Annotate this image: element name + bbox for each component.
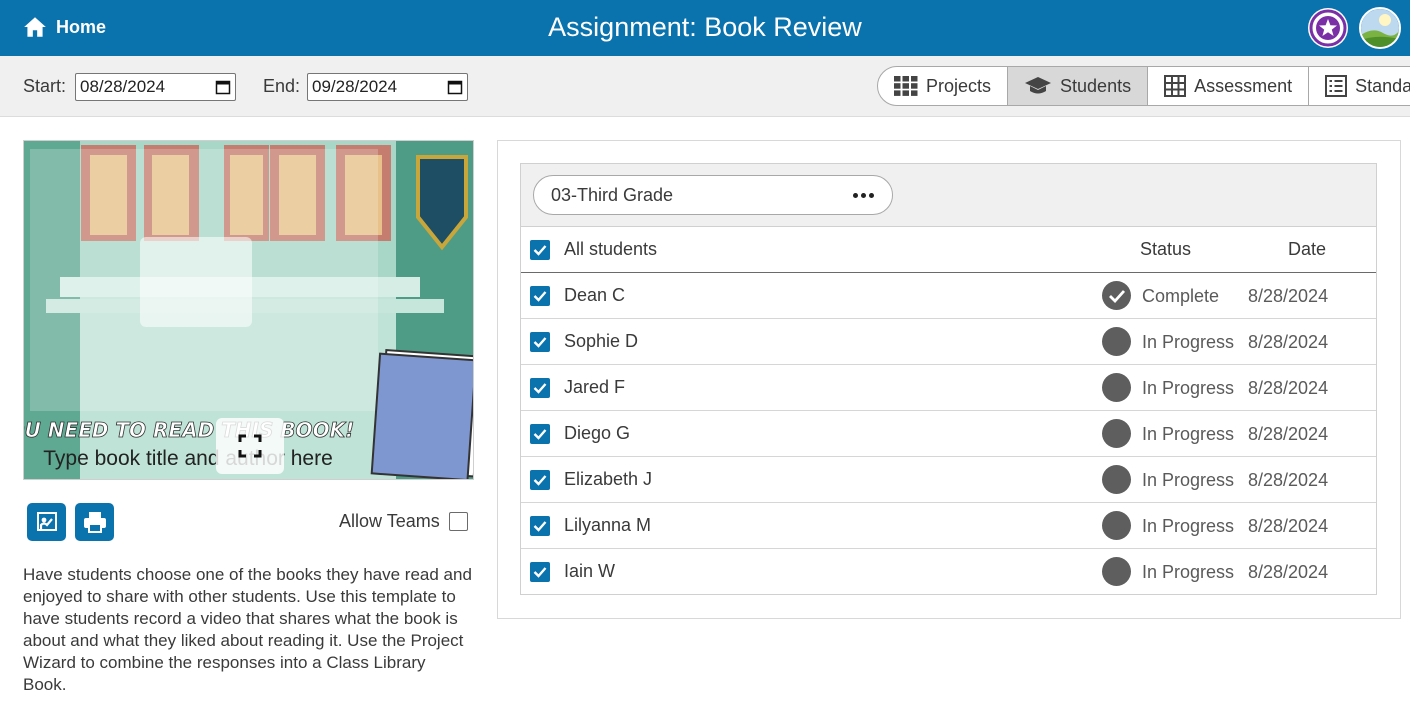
status-text: In Progress <box>1142 332 1235 352</box>
status-column-header: Status <box>1140 239 1192 259</box>
checkmark-icon <box>533 429 547 440</box>
table-row[interactable]: Diego G In Progress 8/28/2024 <box>521 411 1376 457</box>
checkmark-icon <box>533 475 547 486</box>
table-row[interactable]: Jared F In Progress 8/28/2024 <box>521 365 1376 411</box>
tab-standards[interactable]: Standards <box>1309 67 1410 105</box>
preview-headline: YOU NEED TO READ THIS BOOK! <box>24 418 354 442</box>
page-title: Assignment: Book Review <box>548 12 862 42</box>
student-name[interactable]: Sophie D <box>564 331 638 352</box>
status-date: 8/28/2024 <box>1248 470 1329 490</box>
student-checkbox[interactable] <box>530 332 550 352</box>
in-progress-icon <box>1102 511 1131 540</box>
student-name[interactable]: Dean C <box>564 285 625 306</box>
print-icon <box>83 512 106 533</box>
more-options-icon[interactable] <box>853 192 874 198</box>
checkmark-icon <box>533 245 547 256</box>
end-date-input[interactable]: 09/28/2024 <box>307 73 468 101</box>
checkmark-icon <box>533 567 547 578</box>
in-progress-icon <box>1102 465 1131 494</box>
end-label: End: <box>263 76 301 96</box>
start-label: Start: <box>23 76 67 96</box>
status-date: 8/28/2024 <box>1248 286 1329 306</box>
tab-students-label: Students <box>1060 75 1132 96</box>
user-avatar[interactable] <box>1359 7 1401 49</box>
table-row[interactable]: Dean C Complete 8/28/2024 <box>521 273 1376 319</box>
table-row[interactable]: Sophie D In Progress 8/28/2024 <box>521 319 1376 365</box>
class-name: 03-Third Grade <box>551 184 674 205</box>
checkmark-icon <box>533 383 547 394</box>
in-progress-icon <box>1102 557 1131 586</box>
calendar-icon[interactable] <box>215 79 231 95</box>
all-students-label: All students <box>564 239 658 259</box>
student-roster: 03-Third Grade All students Status Date … <box>520 163 1377 595</box>
tab-standards-label: Standards <box>1355 75 1410 96</box>
status-text: In Progress <box>1142 378 1235 398</box>
status-date: 8/28/2024 <box>1248 332 1329 352</box>
calendar-icon[interactable] <box>447 79 463 95</box>
student-name[interactable]: Jared F <box>564 377 625 398</box>
student-checkbox[interactable] <box>530 562 550 582</box>
allow-teams-label: Allow Teams <box>339 511 440 531</box>
student-name[interactable]: Elizabeth J <box>564 469 652 490</box>
start-date-value: 08/28/2024 <box>80 77 166 96</box>
status-text: In Progress <box>1142 424 1235 444</box>
end-date-value: 09/28/2024 <box>312 77 398 96</box>
student-checkbox[interactable] <box>530 470 550 490</box>
complete-check-icon <box>1102 281 1131 310</box>
preview-subline: Type book title and author here <box>43 447 333 470</box>
start-date-input[interactable]: 08/28/2024 <box>75 73 236 101</box>
list-icon <box>1325 75 1348 97</box>
status-text: In Progress <box>1142 470 1235 490</box>
top-bar: Home Assignment: Book Review <box>0 0 1410 56</box>
table-icon <box>1164 75 1187 97</box>
achievement-badge-icon[interactable] <box>1308 8 1348 48</box>
status-text: Complete <box>1142 286 1220 306</box>
tab-projects-label: Projects <box>926 75 992 96</box>
date-toolbar: Start: 08/28/2024 End: 09/28/2024 Projec… <box>0 56 1410 117</box>
class-selector[interactable]: 03-Third Grade <box>533 175 893 215</box>
roster-header: 03-Third Grade <box>521 164 1376 227</box>
status-date: 8/28/2024 <box>1248 424 1329 444</box>
table-row[interactable]: Iain W In Progress 8/28/2024 <box>521 549 1376 595</box>
in-progress-icon <box>1102 419 1131 448</box>
student-checkbox[interactable] <box>530 378 550 398</box>
graduation-cap-icon <box>1025 77 1052 94</box>
tab-assessment[interactable]: Assessment <box>1148 67 1310 105</box>
status-text: In Progress <box>1142 516 1235 536</box>
checkmark-icon <box>533 337 547 348</box>
select-all-checkbox[interactable] <box>530 240 550 260</box>
student-checkbox[interactable] <box>530 424 550 444</box>
allow-teams-checkbox[interactable] <box>448 512 468 531</box>
student-checkbox[interactable] <box>530 516 550 536</box>
student-checkbox[interactable] <box>530 286 550 306</box>
project-preview[interactable]: YOU NEED TO READ THIS BOOK! Type book ti… <box>23 140 474 480</box>
expand-icon <box>238 434 262 458</box>
student-name[interactable]: Iain W <box>564 561 615 582</box>
fullscreen-button[interactable] <box>216 418 284 474</box>
student-name[interactable]: Lilyanna M <box>564 515 651 536</box>
in-progress-icon <box>1102 373 1131 402</box>
allow-teams-toggle[interactable]: Allow Teams <box>339 511 468 532</box>
table-row[interactable]: Elizabeth J In Progress 8/28/2024 <box>521 457 1376 503</box>
grid-icon <box>894 76 918 96</box>
assignment-description: Have students choose one of the books th… <box>23 565 472 694</box>
status-date: 8/28/2024 <box>1248 562 1329 582</box>
checkmark-icon <box>533 521 547 532</box>
present-button[interactable] <box>27 503 66 541</box>
roster-column-header: All students Status Date <box>521 227 1376 273</box>
status-date: 8/28/2024 <box>1248 516 1329 536</box>
view-tabs: Projects Students Assessment Standards <box>877 66 1410 106</box>
tab-assessment-label: Assessment <box>1194 75 1293 96</box>
presentation-icon <box>36 512 57 531</box>
in-progress-icon <box>1102 327 1131 356</box>
student-name[interactable]: Diego G <box>564 423 630 444</box>
print-button[interactable] <box>75 503 114 541</box>
tab-projects[interactable]: Projects <box>878 67 1009 105</box>
checkmark-icon <box>533 291 547 302</box>
status-date: 8/28/2024 <box>1248 378 1329 398</box>
table-row[interactable]: Lilyanna M In Progress 8/28/2024 <box>521 503 1376 549</box>
status-text: In Progress <box>1142 562 1235 582</box>
date-column-header: Date <box>1288 239 1327 259</box>
tab-students[interactable]: Students <box>1008 67 1149 105</box>
